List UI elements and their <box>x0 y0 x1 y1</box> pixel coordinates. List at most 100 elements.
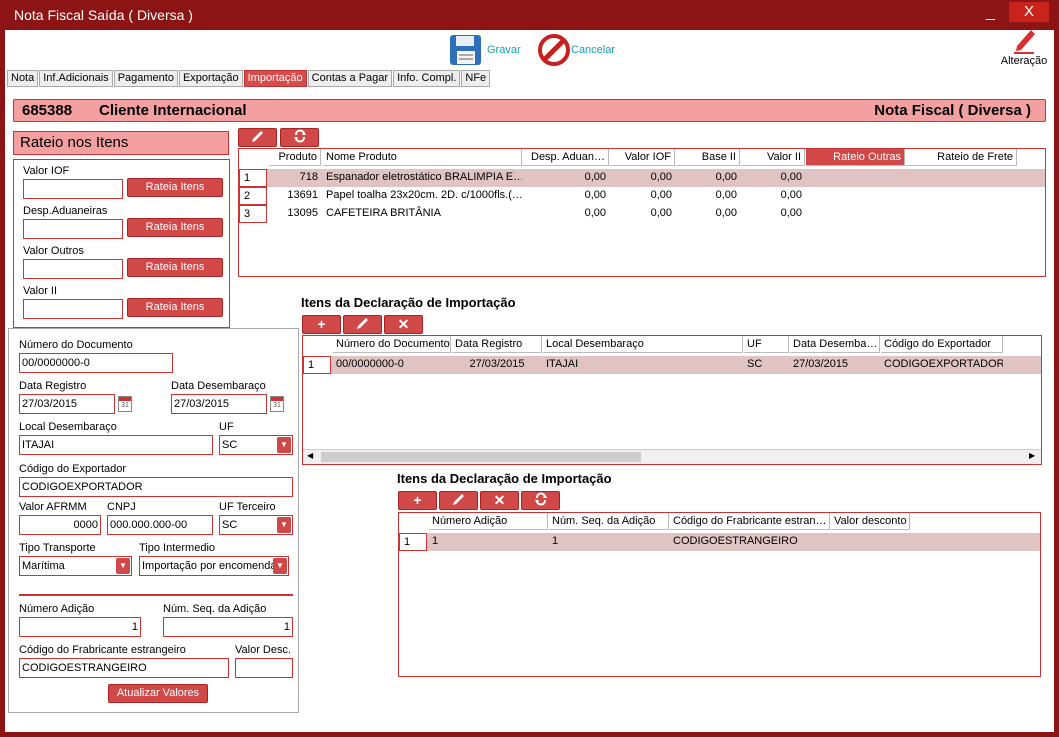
minimize-button[interactable]: _ <box>986 4 995 22</box>
col-nome[interactable]: Nome Produto <box>323 149 522 166</box>
row-number[interactable]: 2 <box>239 187 267 205</box>
cancel-button[interactable]: Cancelar <box>538 34 615 66</box>
add-adicao-button[interactable]: + <box>398 491 437 510</box>
col-cod-exp[interactable]: Código do Exportador <box>881 336 1003 353</box>
rateia-outros-button[interactable]: Rateia Itens <box>127 258 223 277</box>
cell-num-doc[interactable]: 00/0000000-0 <box>333 356 451 374</box>
cell-cod-fab[interactable]: CODIGOESTRANGEIRO <box>670 533 830 551</box>
data-des-input[interactable]: 27/03/2015 <box>171 394 267 414</box>
col-base[interactable]: Base II <box>676 149 740 166</box>
num-adic-input[interactable]: 1 <box>19 617 141 637</box>
cell-base[interactable]: 0,00 <box>676 169 740 187</box>
row-number[interactable]: 1 <box>303 356 331 374</box>
tab-nfe[interactable]: NFe <box>461 70 491 87</box>
save-button[interactable]: Gravar <box>449 34 521 66</box>
col-seq-adicao[interactable]: Núm. Seq. da Adição <box>549 513 669 530</box>
row-number[interactable]: 1 <box>399 533 427 551</box>
afrmm-input[interactable]: 0000 <box>19 515 101 535</box>
fab-input[interactable]: CODIGOESTRANGEIRO <box>19 658 229 678</box>
chevron-down-icon[interactable]: ▼ <box>277 437 291 453</box>
iof-input[interactable] <box>23 179 123 199</box>
col-num-doc[interactable]: Número do Documento <box>333 336 451 353</box>
delete-di-button[interactable]: ✕ <box>384 315 423 334</box>
scroll-right-icon[interactable]: ▶ <box>1029 451 1035 460</box>
cell-produto[interactable]: 13095 <box>269 205 321 223</box>
col-uf[interactable]: UF <box>744 336 789 353</box>
cell-desp[interactable]: 0,00 <box>523 205 609 223</box>
close-button[interactable]: X <box>1009 2 1049 22</box>
local-input[interactable]: ITAJAI <box>19 435 213 455</box>
rateia-desp-button[interactable]: Rateia Itens <box>127 218 223 237</box>
col-rateio-outras[interactable]: Rateio Outras <box>806 149 905 166</box>
row-number[interactable]: 3 <box>239 205 267 223</box>
desc-input[interactable] <box>235 658 293 678</box>
tab-info-compl[interactable]: Info. Compl. <box>393 70 461 87</box>
tab-nota[interactable]: Nota <box>7 70 39 87</box>
col-rateio-frete[interactable]: Rateio de Frete <box>906 149 1017 166</box>
col-data-reg[interactable]: Data Registro <box>452 336 542 353</box>
num-doc-input[interactable]: 00/0000000-0 <box>19 353 173 373</box>
outros-input[interactable] <box>23 259 123 279</box>
cell-base[interactable]: 0,00 <box>676 205 740 223</box>
scroll-left-icon[interactable]: ◀ <box>307 451 313 460</box>
cell-desp[interactable]: 0,00 <box>523 169 609 187</box>
seq-input[interactable]: 1 <box>163 617 293 637</box>
col-desp[interactable]: Desp. Aduan… <box>523 149 609 166</box>
cell-nome[interactable]: CAFETEIRA BRITÂNIA <box>323 205 522 223</box>
tab-inf-adicionais[interactable]: Inf.Adicionais <box>39 70 113 87</box>
cell-cod-exp[interactable]: CODIGOEXPORTADOR <box>881 356 1003 374</box>
cell-nome[interactable]: Papel toalha 23x20cm. 2D. c/1000fls.(… <box>323 187 522 205</box>
cell-uf[interactable]: SC <box>744 356 789 374</box>
cell-iof[interactable]: 0,00 <box>610 169 675 187</box>
refresh-button[interactable] <box>280 128 319 147</box>
refresh-adicao-button[interactable] <box>521 491 560 510</box>
data-reg-input[interactable]: 27/03/2015 <box>19 394 115 414</box>
tab-exportacao[interactable]: Exportação <box>178 70 243 87</box>
col-produto[interactable]: Produto <box>269 149 321 166</box>
cell-base[interactable]: 0,00 <box>676 187 740 205</box>
cell-produto[interactable]: 13691 <box>269 187 321 205</box>
col-valor-desc[interactable]: Valor desconto <box>831 513 910 530</box>
rateia-ii-button[interactable]: Rateia Itens <box>127 298 223 317</box>
chevron-down-icon[interactable]: ▼ <box>116 558 130 574</box>
cell-iof[interactable]: 0,00 <box>610 187 675 205</box>
uf-select[interactable]: SC ▼ <box>219 435 293 455</box>
cell-nome[interactable]: Espanador eletrostático BRALIMPIA E… <box>323 169 522 187</box>
tab-importacao[interactable]: Importação <box>243 70 307 87</box>
update-values-button[interactable]: Atualizar Valores <box>108 684 208 703</box>
col-local[interactable]: Local Desembaraço <box>543 336 743 353</box>
col-cod-fab[interactable]: Código do Frabricante estran… <box>670 513 830 530</box>
cell-valor-ii[interactable]: 0,00 <box>741 205 805 223</box>
interm-select[interactable]: Importação por encomenda ▼ <box>139 556 289 576</box>
cell-data-des[interactable]: 27/03/2015 <box>790 356 880 374</box>
cell-num-adicao[interactable]: 1 <box>429 533 548 551</box>
cell-iof[interactable]: 0,00 <box>610 205 675 223</box>
edit-adicao-button[interactable] <box>439 491 478 510</box>
desp-input[interactable] <box>23 219 123 239</box>
edit-button[interactable] <box>238 128 277 147</box>
rateia-iof-button[interactable]: Rateia Itens <box>127 178 223 197</box>
row-number[interactable]: 1 <box>239 169 267 187</box>
uf-terc-select[interactable]: SC ▼ <box>219 515 293 535</box>
edit-di-button[interactable] <box>343 315 382 334</box>
chevron-down-icon[interactable]: ▼ <box>273 558 287 574</box>
cell-local[interactable]: ITAJAI <box>543 356 743 374</box>
scrollbar-thumb[interactable] <box>321 452 641 462</box>
calendar-icon[interactable]: 31 <box>118 396 132 412</box>
horizontal-scrollbar[interactable]: ◀ ▶ <box>303 449 1041 464</box>
transp-select[interactable]: Marítima ▼ <box>19 556 132 576</box>
delete-adicao-button[interactable]: ✕ <box>480 491 519 510</box>
cell-valor-ii[interactable]: 0,00 <box>741 169 805 187</box>
ii-input[interactable] <box>23 299 123 319</box>
cell-seq-adicao[interactable]: 1 <box>549 533 669 551</box>
cell-valor-ii[interactable]: 0,00 <box>741 187 805 205</box>
cnpj-input[interactable]: 000.000.000-00 <box>107 515 213 535</box>
cell-data-reg[interactable]: 27/03/2015 <box>452 356 542 374</box>
add-di-button[interactable]: + <box>302 315 341 334</box>
calendar-icon[interactable]: 31 <box>270 396 284 412</box>
col-iof[interactable]: Valor IOF <box>610 149 675 166</box>
tab-pagamento[interactable]: Pagamento <box>113 70 178 87</box>
cell-produto[interactable]: 718 <box>269 169 321 187</box>
cell-desp[interactable]: 0,00 <box>523 187 609 205</box>
col-num-adicao[interactable]: Número Adição <box>429 513 548 530</box>
